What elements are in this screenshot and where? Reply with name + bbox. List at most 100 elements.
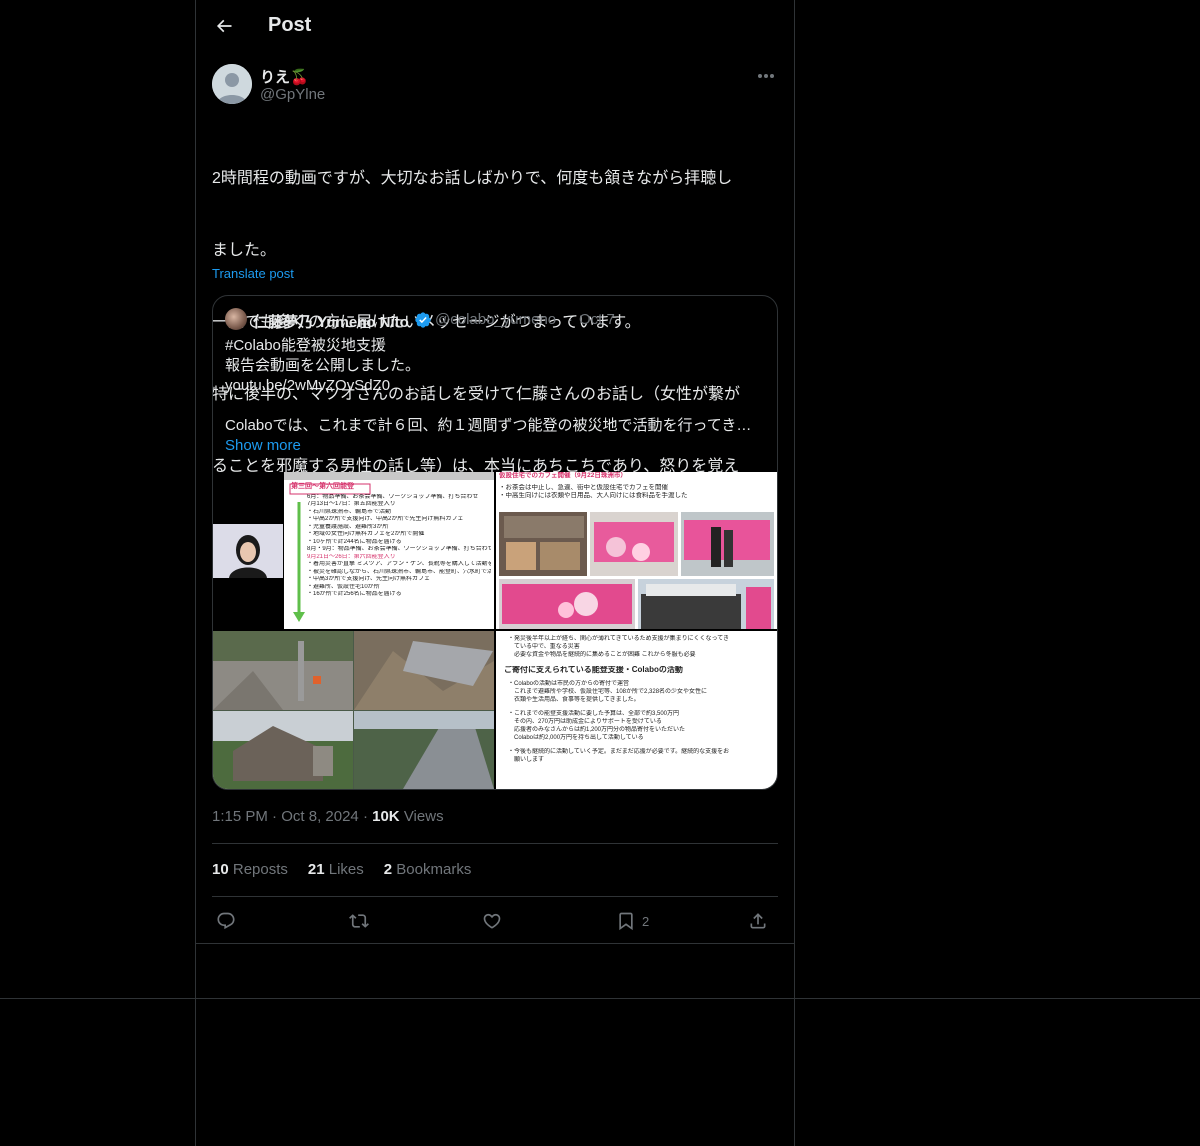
default-avatar-icon	[212, 64, 252, 104]
author-row: りえ🍒 @GpYlne	[212, 64, 778, 108]
slide-line: ・発災後半年以上が経ち、関心が薄れてきているため支援が集まりにくくなってき	[508, 636, 730, 642]
author-handle[interactable]: @GpYlne	[260, 86, 325, 103]
repost-button[interactable]	[349, 909, 369, 933]
slide-line: ・児童養護施設、避難所3か所	[307, 523, 389, 530]
likes-stat[interactable]: 21 Likes	[308, 861, 364, 878]
bookmarks-count: 2	[383, 861, 393, 878]
post-time[interactable]: 1:15 PM	[212, 808, 268, 825]
slide-line: ・避難所、仮設住宅10か所	[307, 583, 380, 590]
slide-line: ・10ヶ所で計244名に物品を届ける	[307, 538, 402, 545]
slide-line: 願いします	[508, 757, 545, 763]
views-label: Views	[403, 808, 444, 825]
post-date[interactable]: Oct 8, 2024	[281, 808, 359, 825]
slide-line: 必要な資金や物品を継続的に集めることが困難 これから冬服も必要	[508, 652, 696, 658]
reply-icon	[217, 912, 235, 930]
slide-line: 7月13日〜17日：第五回能登入り	[307, 501, 396, 507]
more-dots-icon	[758, 74, 774, 78]
slide-heading: 第三回〜第六回能登	[291, 483, 354, 490]
quoted-author-name[interactable]: 仁藤夢乃 Yumeno Nito	[253, 311, 409, 332]
page-title: Post	[268, 14, 312, 36]
slide-line: 9月21日〜26日：第六回能登入り	[307, 553, 396, 560]
like-button[interactable]	[482, 909, 502, 933]
slide-line: ・16か所で計256名に物品を届ける	[307, 591, 402, 597]
post-text-line: ました。	[212, 242, 277, 259]
slide-line: ・これまでの能登支援活動に要した予算は、全部で約3,500万円	[508, 711, 680, 717]
quoted-text: #Colabo能登被災地支援 報告会動画を公開しました。 youtu.be/2w…	[225, 336, 765, 436]
quoted-post[interactable]: 仁藤夢乃 Yumeno Nito @colabo_yumeno · Oct 7 …	[212, 295, 778, 790]
post-meta: 1:15 PM · Oct 8, 2024 · 10K Views	[212, 808, 444, 825]
avatar[interactable]	[212, 64, 252, 104]
quoted-text-line: 報告会動画を公開しました。	[225, 357, 421, 374]
share-icon	[750, 913, 766, 929]
bookmark-icon	[619, 912, 633, 931]
quoted-text-line: Colaboでは、これまで計６回、約１週間ずつ能登の被災地で活動を行ってき…	[225, 417, 752, 434]
quoted-separator: ·	[568, 311, 573, 328]
repost-icon	[349, 914, 369, 928]
likes-count: 21	[307, 861, 325, 878]
heart-icon	[483, 913, 501, 929]
slide-line: ・着用災害が直撃 ミスツア、アラン・ゲン、長靴等を購入して活動を切り替え	[307, 561, 491, 567]
slide-heading: ご寄付に支えられている能登支援・Colaboの活動	[504, 666, 683, 674]
slide-line: ている中で、重なる災害	[508, 644, 580, 650]
post-bottom-border	[196, 943, 794, 944]
bookmarks-stat[interactable]: 2 Bookmarks	[384, 861, 472, 878]
slide-line: 衣類や生活用品、食事等を提供してきました。	[508, 697, 640, 703]
quoted-link: youtu.be/2wMvZOvSdZ0	[225, 377, 391, 394]
reposts-count: 10	[212, 861, 229, 878]
verified-badge-icon	[415, 312, 431, 328]
slide-line: ・中高2か所で支援向け、中高2か所で先生向け無料カフェ	[307, 516, 464, 522]
cherry-emoji: 🍒	[290, 69, 309, 86]
media-image-3[interactable]	[213, 631, 494, 789]
arrow-left-icon	[216, 19, 232, 33]
cafe-photos-graphic	[499, 512, 774, 629]
disaster-photos-graphic	[213, 631, 494, 789]
slide-line: ・中高3か所で支援向け、先生向け無料カフェ	[307, 576, 431, 582]
quoted-hashtag: #Colabo能登被災地支援	[225, 337, 386, 354]
slide-line: ・石川県珠洲市、輪島市で活動	[307, 508, 392, 515]
slide-line: 応援者のみなさんからは約1,200万円分の物品寄付をいただいた	[508, 727, 686, 733]
views-count: 10K	[372, 808, 400, 825]
quoted-text-line	[225, 396, 765, 416]
slide-line: ・Colaboの活動は市民の方からの寄付で運営	[508, 681, 630, 687]
author-name-text: りえ	[260, 69, 291, 86]
meta-separator: ·	[362, 808, 368, 825]
post-column: Post りえ🍒 @GpYlne 2時間程の動画ですが、大切なお話しばかりで、何…	[195, 0, 795, 1146]
quoted-avatar[interactable]	[225, 308, 247, 330]
author-name[interactable]: りえ🍒	[260, 66, 309, 87]
media-grid: 第三回〜第六回能登 6月：物品準備、お茶会準備、ワークショップ準備、打ち合わせ …	[213, 472, 777, 789]
post-header: Post	[196, 0, 794, 53]
slide-line: ・被災を確認しながら、石川県珠洲市、輪島市、能登町、穴水町で活動	[307, 568, 491, 575]
action-bar: 2	[212, 906, 778, 936]
translate-post-link[interactable]: Translate post	[212, 266, 294, 281]
slide-line: これまで避難所や学校、仮設住宅等、108か所で2,328名の少女や女性に	[508, 689, 708, 695]
post-text-line: 2時間程の動画ですが、大切なお話しばかりで、何度も頷きながら拝聴し	[212, 170, 733, 187]
bookmark-count: 2	[642, 913, 650, 929]
reposts-stat[interactable]: 10 Reposts	[212, 861, 288, 878]
slide-line: 6月：物品準備、お茶会準備、ワークショップ準備、打ち合わせ	[307, 493, 479, 500]
divider	[212, 843, 778, 844]
slide-line: ・今後も継続的に活動していく予定。まだまだ応援が必要です。継続的な支援をお	[508, 749, 730, 755]
divider	[212, 896, 778, 897]
slide-line: その内、270万円は助成金によりサポートを受けている	[508, 719, 662, 725]
meta-separator: ·	[272, 808, 278, 825]
slide-text: 第三回〜第六回能登 6月：物品準備、お茶会準備、ワークショップ準備、打ち合わせ …	[291, 483, 491, 599]
reposts-label: Reposts	[232, 861, 288, 878]
engagement-stats: 10 Reposts 21 Likes 2 Bookmarks	[212, 861, 471, 878]
reply-button[interactable]	[216, 909, 236, 933]
slide-line: ・地域の女性向け無料カフェを2か所で開催	[307, 531, 425, 537]
bookmark-button[interactable]: 2	[616, 909, 649, 933]
bookmarks-label: Bookmarks	[396, 861, 472, 878]
share-button[interactable]	[748, 909, 768, 933]
media-image-4[interactable]: ・発災後半年以上が経ち、関心が薄れてきているため支援が集まりにくくなってき てい…	[496, 631, 777, 789]
likes-label: Likes	[328, 861, 364, 878]
media-image-2[interactable]: 仮設住宅でのカフェ開催（9月22日珠洲市） ・お茶会は中止し、急遽、街中と仮設住…	[496, 472, 777, 629]
slide-line: Colaboは約2,000万円を持ち出して活動している	[508, 735, 644, 741]
more-options-button[interactable]	[754, 66, 778, 86]
media-image-1[interactable]: 第三回〜第六回能登 6月：物品準備、お茶会準備、ワークショップ準備、打ち合わせ …	[213, 472, 494, 629]
back-button[interactable]	[208, 10, 240, 42]
slide-text: ・発災後半年以上が経ち、関心が薄れてきているため支援が集まりにくくなってき てい…	[504, 635, 774, 764]
quoted-date[interactable]: Oct 7	[579, 311, 615, 328]
show-more-link[interactable]: Show more	[225, 437, 301, 454]
slide-line: 8月・9月：物品準備、お茶会準備、ワークショップ準備、打ち合わせ	[307, 546, 491, 552]
quoted-author-handle[interactable]: @colabo_yumeno	[435, 311, 556, 328]
